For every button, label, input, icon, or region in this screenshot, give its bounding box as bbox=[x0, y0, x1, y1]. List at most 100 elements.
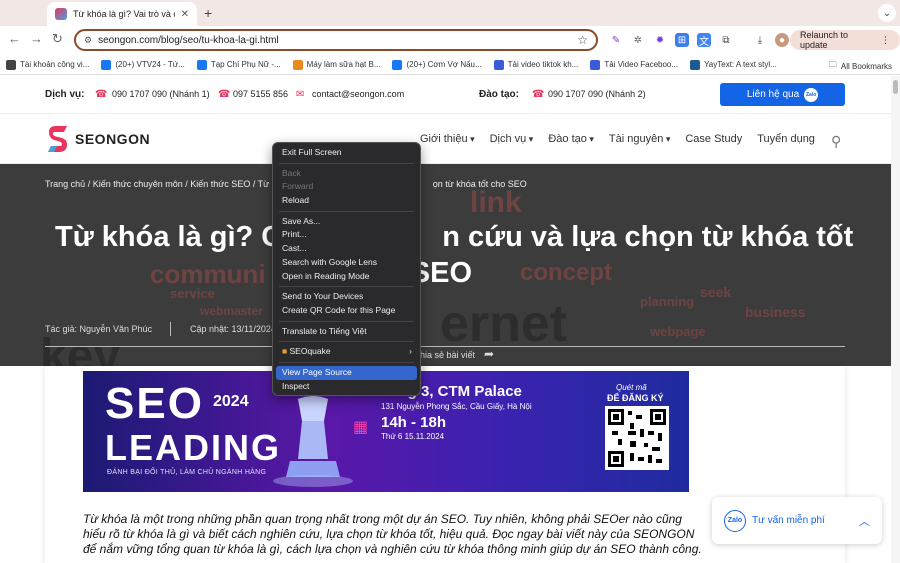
all-bookmarks-button[interactable]: 🗀 All Bookmarks bbox=[829, 59, 892, 73]
gear-extension-icon[interactable]: ✲ bbox=[631, 33, 645, 47]
bookmark-label: (20+) VTV24 - Tứ... bbox=[115, 60, 185, 69]
tab-title: Từ khóa là gì? Vai trò và cách bbox=[73, 9, 175, 19]
nav-item[interactable]: Dịch vụ ▾ bbox=[490, 133, 534, 145]
seoquake-icon: ■ bbox=[282, 346, 290, 357]
context-menu-item[interactable]: Inspect bbox=[273, 380, 420, 394]
site-info-icon[interactable]: ⚙ bbox=[84, 35, 92, 46]
bookmark-item[interactable]: Máy làm sữa hạt B... bbox=[292, 59, 380, 70]
pen-extension-icon[interactable]: ✎ bbox=[609, 33, 623, 47]
context-menu-label: SEOquake bbox=[289, 346, 331, 357]
context-menu-label: Inspect bbox=[282, 380, 310, 391]
bookmark-label: Tải video tiktok kh... bbox=[507, 60, 579, 69]
extensions-icon[interactable]: ⧉ bbox=[719, 33, 733, 47]
all-bookmarks-label: All Bookmarks bbox=[840, 61, 892, 71]
nav-item[interactable]: Tuyển dụng bbox=[757, 133, 815, 145]
bookmark-item[interactable]: Tài khoản công vi... bbox=[6, 59, 89, 70]
google-translate-icon[interactable]: 文 bbox=[697, 33, 711, 48]
context-menu-item[interactable]: Create QR Code for this Page bbox=[273, 304, 420, 318]
menu-separator bbox=[279, 286, 414, 288]
bookmark-item[interactable]: YayText: A text styl... bbox=[690, 59, 777, 70]
reload-icon[interactable]: ↻ bbox=[52, 31, 63, 47]
profile-avatar[interactable]: ● bbox=[775, 33, 789, 47]
context-menu-item[interactable]: Search with Google Lens bbox=[273, 256, 420, 270]
close-tab-icon[interactable]: ✕ bbox=[181, 9, 189, 20]
browser-tab[interactable]: Từ khóa là gì? Vai trò và cách ✕ bbox=[47, 2, 197, 26]
context-menu-item[interactable]: View Page Source bbox=[276, 365, 417, 380]
share-icon[interactable]: ➦ bbox=[484, 347, 494, 361]
hero-divider bbox=[45, 346, 845, 347]
nav-item-label: Tài nguyên bbox=[608, 133, 664, 145]
context-menu-item[interactable]: Open in Reading Mode bbox=[273, 270, 420, 284]
menu-separator bbox=[279, 361, 414, 363]
chevron-down-icon: ▾ bbox=[467, 134, 475, 144]
phone-icon: ☎ bbox=[95, 89, 108, 100]
menu-separator bbox=[279, 320, 414, 322]
chevron-up-icon[interactable]: ︿ bbox=[859, 513, 870, 529]
bookmark-item[interactable]: (20+) Cơm Vợ Nấu... bbox=[392, 59, 482, 70]
banner-day: Thứ 6 15.11.2024 bbox=[381, 432, 445, 441]
service-phone-2[interactable]: 097 5155 856 bbox=[233, 89, 288, 99]
context-menu-item[interactable]: Print... bbox=[273, 228, 420, 242]
scrollbar-thumb[interactable] bbox=[893, 80, 898, 94]
bookmark-star-icon[interactable]: ☆ bbox=[577, 33, 588, 47]
context-menu-item[interactable]: Translate to Tiếng Việt bbox=[273, 325, 420, 339]
bookmark-label: Tải Video Faceboo... bbox=[604, 60, 679, 69]
training-phone[interactable]: 090 1707 090 (Nhánh 2) bbox=[548, 89, 646, 99]
zalo-chat-widget[interactable]: Zalo Tư vấn miễn phí ︿ bbox=[712, 497, 882, 544]
download-icon[interactable]: ⤓ bbox=[753, 33, 767, 47]
title-part-right: n cứu và lựa chọn từ khóa tốt bbox=[442, 221, 854, 253]
contact-zalo-button[interactable]: Liên hệ qua Zalo bbox=[720, 83, 845, 106]
article-intro: Từ khóa là một trong những phần quan trọ… bbox=[83, 512, 702, 556]
nav-item[interactable]: Case Study bbox=[685, 133, 742, 145]
site-logo[interactable]: SEONGON bbox=[46, 124, 150, 154]
breadcrumb-text[interactable]: Trang chủ / Kiến thức chuyên môn / Kiến … bbox=[45, 179, 276, 189]
forward-icon[interactable]: → bbox=[30, 31, 43, 46]
phone-icon: ☎ bbox=[218, 89, 231, 100]
main-menu: Giới thiệu ▾ Dịch vụ ▾ Đào tạo ▾ Tài nguyên… bbox=[420, 133, 815, 145]
context-menu-item[interactable]: Save As... bbox=[273, 215, 420, 229]
folder-icon: 🗀 bbox=[828, 60, 837, 69]
page-scrollbar[interactable] bbox=[891, 76, 900, 563]
service-phone-1[interactable]: 090 1707 090 (Nhánh 1) bbox=[112, 89, 210, 99]
contact-email[interactable]: contact@seongon.com bbox=[312, 89, 404, 99]
tab-search-icon[interactable]: ⌄ bbox=[878, 4, 896, 22]
nav-item[interactable]: Tài nguyên ▾ bbox=[609, 133, 670, 145]
nav-item[interactable]: Giới thiệu ▾ bbox=[420, 133, 475, 145]
share-label[interactable]: hia sẻ bài viết bbox=[420, 350, 475, 360]
context-menu-label: Exit Full Screen bbox=[282, 147, 342, 157]
banner-leading: LEADING bbox=[105, 427, 281, 468]
seongon-logo-icon bbox=[46, 124, 70, 154]
menu-separator bbox=[279, 210, 414, 212]
qr-code-icon[interactable] bbox=[605, 406, 669, 470]
context-menu-item[interactable]: Cast... bbox=[273, 242, 420, 256]
puzzle-extension-icon[interactable]: ✹ bbox=[653, 33, 667, 47]
bookmark-item[interactable]: Tải video tiktok kh... bbox=[493, 59, 579, 70]
new-tab-button[interactable]: + bbox=[204, 5, 212, 21]
context-menu: Exit Full Screen Back Forward Reload Save As… bbox=[272, 142, 421, 396]
search-icon[interactable]: ⚲ bbox=[831, 133, 841, 150]
context-menu-label: Create QR Code for this Page bbox=[282, 304, 396, 315]
url-text[interactable]: seongon.com/blog/seo/tu-khoa-la-gi.html bbox=[98, 35, 571, 46]
context-menu-item[interactable]: Exit Full Screen bbox=[273, 146, 420, 160]
bookmarks-bar: Tài khoản công vi... (20+) VTV24 - Tứ... T… bbox=[0, 55, 900, 75]
cta-label: Liên hệ qua bbox=[746, 89, 800, 100]
context-menu-item: Forward bbox=[273, 180, 420, 194]
translate-extension-icon[interactable]: ⊞ bbox=[675, 33, 689, 47]
bookmark-item[interactable]: Tạp Chí Phụ Nữ -... bbox=[196, 59, 281, 70]
banner-seo: SEO bbox=[105, 379, 204, 428]
context-menu-label: View Page Source bbox=[282, 366, 352, 377]
bookmark-favicon-icon bbox=[101, 59, 112, 70]
bookmark-favicon-icon bbox=[690, 59, 701, 70]
back-icon[interactable]: ← bbox=[8, 31, 21, 46]
context-menu-item[interactable]: ■ SEOquake › bbox=[273, 345, 420, 359]
context-menu-item[interactable]: Reload bbox=[273, 194, 420, 208]
menu-separator bbox=[279, 341, 414, 343]
context-menu-item[interactable]: Send to Your Devices bbox=[273, 290, 420, 304]
nav-item[interactable]: Đào tạo ▾ bbox=[548, 133, 594, 145]
bookmark-item[interactable]: Tải Video Faceboo... bbox=[590, 59, 679, 70]
relaunch-to-update-button[interactable]: Relaunch to update ⋮ bbox=[790, 30, 900, 50]
address-bar[interactable]: ⚙ seongon.com/blog/seo/tu-khoa-la-gi.htm… bbox=[74, 29, 598, 51]
menu-separator bbox=[279, 162, 414, 164]
context-menu-label: Cast... bbox=[282, 243, 307, 254]
bookmark-item[interactable]: (20+) VTV24 - Tứ... bbox=[101, 59, 185, 70]
